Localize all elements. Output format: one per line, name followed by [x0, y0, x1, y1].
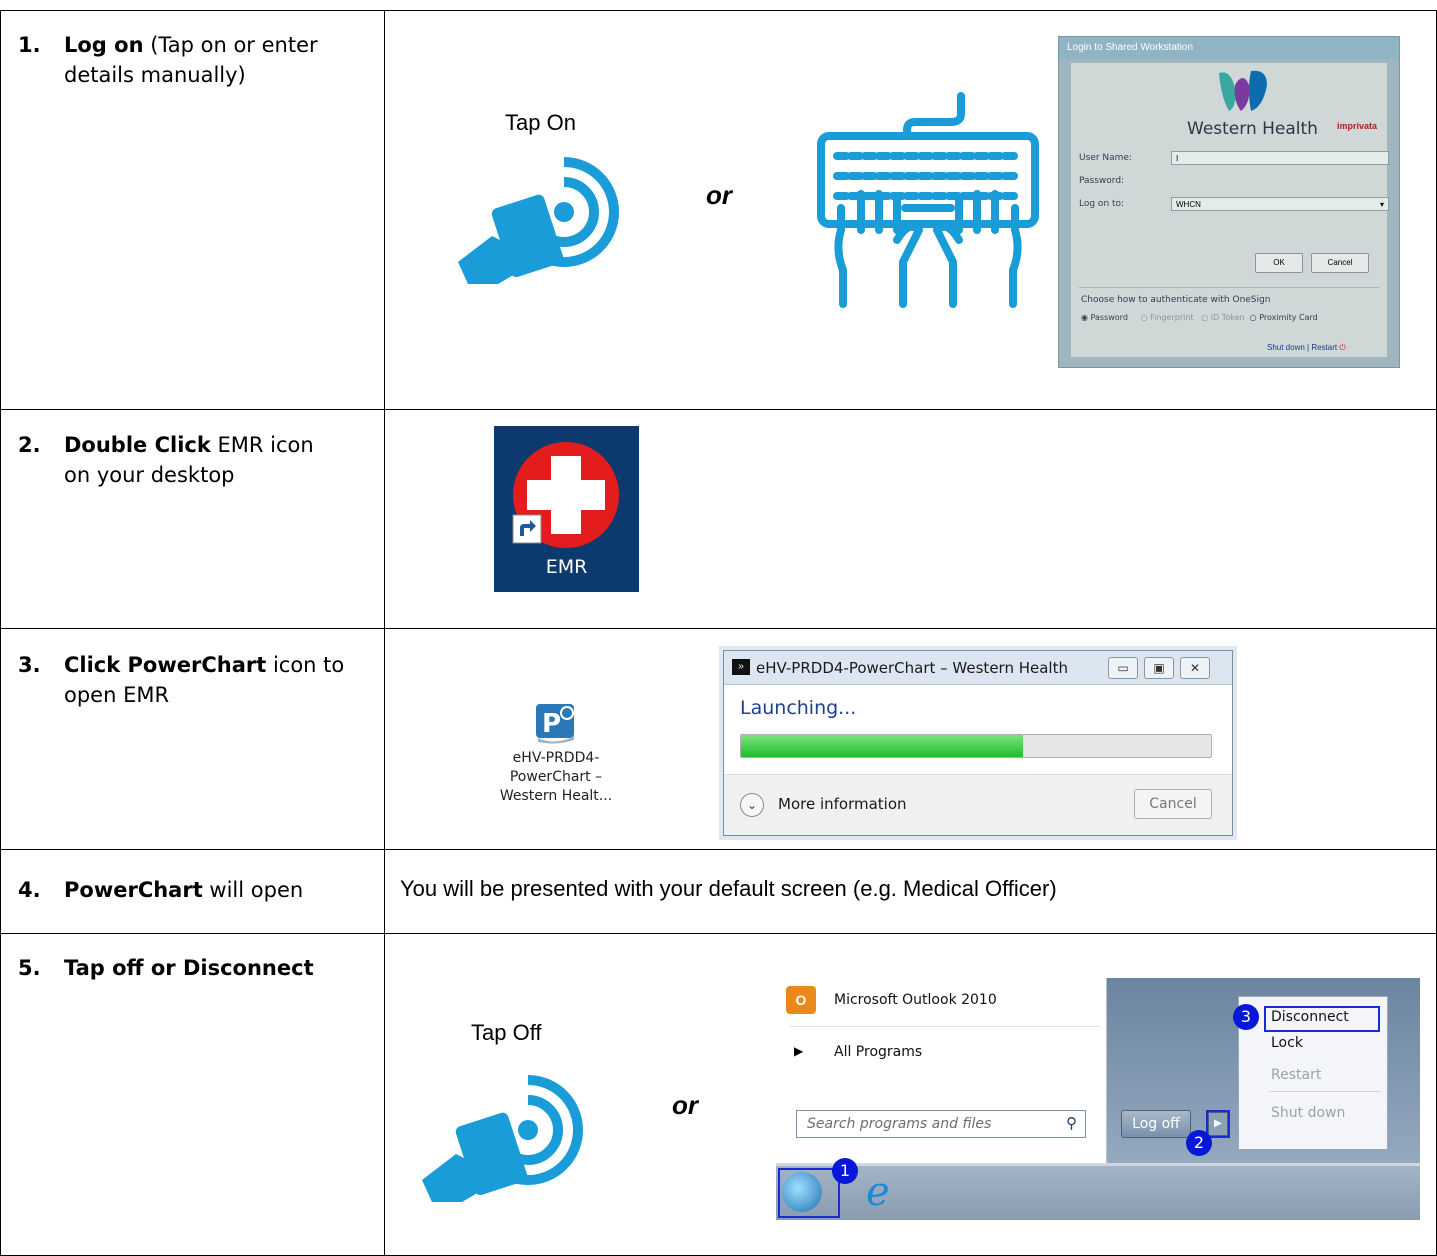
restart-menu-item[interactable]: Restart — [1271, 1067, 1321, 1083]
log-off-button[interactable]: Log off — [1121, 1110, 1191, 1138]
table-column-divider — [384, 10, 385, 1256]
highlight-box-3 — [1264, 1006, 1380, 1032]
powerchart-desktop-icon[interactable]: P eHV-PRDD4- PowerChart – Western Healt.… — [486, 700, 626, 806]
close-button[interactable]: ✕ — [1180, 657, 1210, 679]
search-box[interactable]: Search programs and files ⚲ — [796, 1110, 1086, 1138]
all-programs-item[interactable]: All Programs — [834, 1044, 922, 1060]
menu-divider — [790, 1026, 1100, 1027]
login-titlebar: Login to Shared Workstation — [1059, 37, 1399, 59]
citrix-receiver-icon: » — [732, 659, 750, 675]
power-links: Shut down | Restart ⏻ — [1267, 343, 1346, 352]
launching-title: eHV-PRDD4-PowerChart – Western Health — [756, 659, 1068, 677]
step-4-label: 4. PowerChart will open — [18, 878, 304, 902]
expand-chevron-icon[interactable]: ⌄ — [740, 793, 764, 817]
ok-button[interactable]: OK — [1255, 253, 1303, 273]
powerchart-icon: P — [536, 704, 574, 744]
row-divider-1 — [0, 409, 1437, 410]
table-border-left — [0, 10, 1, 1256]
shut-down-menu-item[interactable]: Shut down — [1271, 1105, 1345, 1121]
step-1-label: 1. Log on (Tap on or enter details manual… — [18, 33, 318, 87]
auth-heading: Choose how to authenticate with OneSign — [1081, 295, 1271, 305]
svg-text:P: P — [542, 709, 561, 739]
tap-on-label: Tap On — [505, 110, 576, 135]
default-screen-text: You will be presented with your default … — [400, 876, 1057, 901]
auth-options: ◉ Password ○ Fingerprint ○ ID Token ○ Pr… — [1081, 313, 1318, 322]
or-separator-2: or — [672, 1090, 698, 1120]
table-border-top — [0, 10, 1437, 11]
radio-id-token[interactable]: ○ ID Token — [1201, 313, 1244, 322]
radio-fingerprint[interactable]: ○ Fingerprint — [1141, 313, 1194, 322]
outlook-icon: O — [786, 986, 816, 1014]
step-3-label: 3. Click PowerChart icon to open EMR — [18, 653, 345, 707]
tap-card-icon — [458, 157, 619, 284]
powerchart-icon-label: eHV-PRDD4- PowerChart – Western Healt... — [499, 750, 613, 804]
launching-titlebar: » eHV-PRDD4-PowerChart – Western Health … — [724, 651, 1232, 685]
step-badge-3: 3 — [1233, 1004, 1259, 1030]
login-divider — [1079, 287, 1379, 288]
emr-icon-label: EMR — [545, 556, 588, 578]
lock-menu-item[interactable]: Lock — [1271, 1035, 1303, 1051]
row-divider-3 — [0, 849, 1437, 850]
programs-pane: O Microsoft Outlook 2010 ▶ All Programs … — [776, 978, 1107, 1163]
login-cancel-button[interactable]: Cancel — [1311, 253, 1369, 273]
emr-desktop-icon[interactable]: EMR — [494, 426, 639, 592]
launching-dialog: » eHV-PRDD4-PowerChart – Western Health … — [723, 650, 1233, 836]
row-divider-4 — [0, 933, 1437, 934]
login-brand: Western Health — [1187, 119, 1318, 139]
password-label: Password: — [1079, 176, 1125, 186]
or-separator-1: or — [706, 180, 732, 210]
radio-proximity-card[interactable]: ○ Proximity Card — [1250, 313, 1318, 322]
power-icon: ⏻ — [1339, 343, 1346, 352]
highlight-box-1 — [778, 1168, 840, 1218]
step-badge-1: 1 — [832, 1158, 858, 1184]
popup-divider — [1269, 1091, 1381, 1092]
launch-progress-bar — [740, 734, 1212, 758]
step-2-label: 2. Double Click EMR icon on your desktop — [18, 433, 314, 487]
user-name-label: User Name: — [1079, 153, 1132, 163]
login-dialog: Login to Shared Workstation Western Heal… — [1058, 36, 1400, 368]
tap-off-card-icon — [422, 1075, 583, 1202]
shortcut-arrow-icon — [512, 514, 542, 544]
minimize-button[interactable]: ▭ — [1108, 657, 1138, 679]
row-divider-2 — [0, 628, 1437, 629]
internet-explorer-icon[interactable]: e — [866, 1170, 890, 1214]
more-information-link[interactable]: More information — [778, 795, 907, 813]
start-menu-screenshot: O Microsoft Outlook 2010 ▶ All Programs … — [776, 978, 1420, 1220]
imprivata-logo: imprivata — [1337, 121, 1378, 131]
logon-to-label: Log on to: — [1079, 199, 1125, 209]
login-body: Western Health imprivata User Name: I Pa… — [1071, 63, 1389, 357]
launch-cancel-button[interactable]: Cancel — [1134, 789, 1212, 819]
launch-progress-fill — [741, 735, 1023, 757]
tap-off-label: Tap Off — [471, 1020, 542, 1045]
launching-footer: ⌄ More information Cancel — [724, 774, 1232, 835]
radio-password[interactable]: ◉ Password — [1081, 313, 1128, 322]
maximize-button[interactable]: ▣ — [1144, 657, 1174, 679]
all-programs-arrow-icon: ▶ — [794, 1044, 804, 1058]
keyboard-hands-icon — [817, 92, 1039, 308]
user-name-field[interactable]: I — [1171, 151, 1389, 165]
shutdown-link[interactable]: Shut down — [1267, 343, 1305, 352]
search-placeholder: Search programs and files — [807, 1116, 992, 1132]
restart-link[interactable]: Restart — [1311, 343, 1337, 352]
western-health-logo — [1219, 70, 1267, 111]
dropdown-arrow-icon: ▾ — [1379, 200, 1384, 209]
step-5-label: 5. Tap off or Disconnect — [18, 956, 314, 980]
search-icon: ⚲ — [1066, 1115, 1077, 1132]
logon-to-select[interactable]: WHCN ▾ — [1171, 197, 1389, 211]
launching-status: Launching... — [740, 697, 857, 719]
outlook-menu-item[interactable]: Microsoft Outlook 2010 — [834, 992, 997, 1008]
step-badge-2: 2 — [1186, 1130, 1212, 1156]
highlight-box-2 — [1206, 1110, 1230, 1138]
